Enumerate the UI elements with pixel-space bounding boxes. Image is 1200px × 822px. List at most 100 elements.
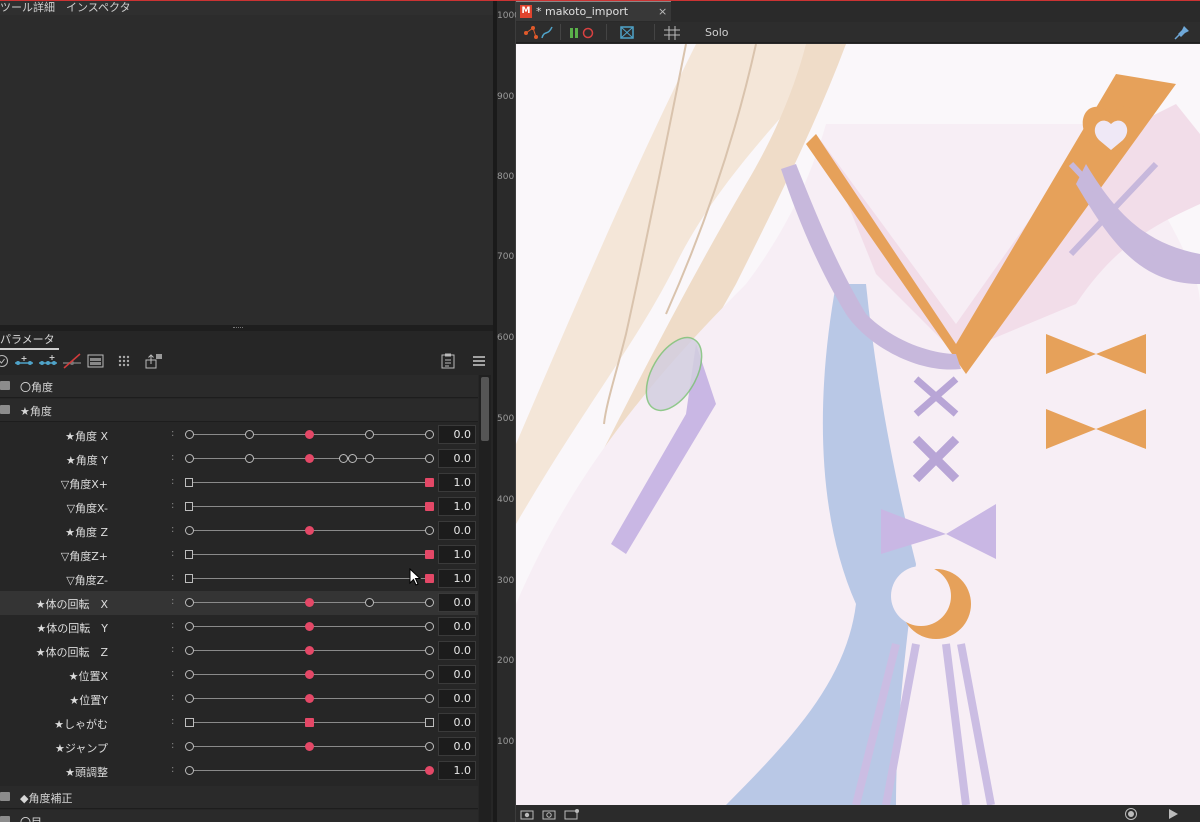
camera-settings-icon[interactable] — [564, 808, 580, 820]
param-row-body-rotation-y[interactable]: ★体の回転 Y : 0.0 — [0, 615, 478, 639]
param-value-field[interactable]: 1.0 — [438, 545, 476, 564]
export-icon[interactable] — [144, 353, 164, 369]
glue-tool-icon[interactable] — [568, 24, 596, 41]
keyform-point[interactable] — [365, 598, 374, 607]
keyform-point[interactable] — [425, 526, 434, 535]
param-slider[interactable] — [185, 646, 434, 655]
keyform-point[interactable] — [185, 646, 194, 655]
param-row-body-rotation-z[interactable]: ★体の回転 Z : 0.0 — [0, 639, 478, 663]
keyform-point[interactable] — [185, 670, 194, 679]
parameter-scrollbar[interactable] — [479, 375, 491, 822]
group-row-angle-star[interactable]: ★角度 — [0, 399, 478, 422]
play-icon[interactable] — [1166, 807, 1180, 821]
param-row-head-adjust[interactable]: ★頭調整 : 1.0 — [0, 759, 478, 783]
current-value-handle[interactable] — [305, 694, 314, 703]
param-value-field[interactable]: 0.0 — [438, 617, 476, 636]
keyform-point[interactable] — [365, 430, 374, 439]
tab-tool-details[interactable]: ツール詳細 — [0, 0, 55, 15]
keyform-point[interactable] — [365, 454, 374, 463]
param-row-body-rotation-x[interactable]: ★体の回転 X : 0.0 — [0, 591, 478, 615]
param-slider[interactable] — [185, 478, 434, 487]
param-slider[interactable] — [185, 598, 434, 607]
tab-parameters[interactable]: パラメータ — [0, 331, 59, 350]
current-value-handle[interactable] — [425, 766, 434, 775]
range-min-marker[interactable] — [185, 550, 193, 559]
param-row-jump[interactable]: ★ジャンプ : 0.0 — [0, 735, 478, 759]
keyform-point[interactable] — [185, 454, 194, 463]
param-slider[interactable] — [185, 502, 434, 511]
param-row-angle-z-minus[interactable]: ▽角度Z- : 1.0 — [0, 567, 478, 591]
param-row-angle-z-plus[interactable]: ▽角度Z+ : 1.0 — [0, 543, 478, 567]
param-row-angle-x-plus[interactable]: ▽角度X+ : 1.0 — [0, 471, 478, 495]
keyform-point[interactable] — [185, 598, 194, 607]
current-value-handle[interactable] — [305, 670, 314, 679]
menu-icon[interactable] — [472, 353, 486, 369]
grid-display-icon[interactable] — [662, 24, 682, 41]
grid-icon[interactable] — [117, 353, 131, 369]
param-value-field[interactable]: 0.0 — [438, 593, 476, 612]
param-slider[interactable] — [185, 670, 434, 679]
current-value-handle[interactable] — [305, 742, 314, 751]
keyform-point[interactable] — [185, 718, 194, 727]
current-value-handle[interactable] — [305, 646, 314, 655]
current-value-handle[interactable] — [305, 598, 314, 607]
keyform-point[interactable] — [185, 742, 194, 751]
param-slider[interactable] — [185, 766, 434, 775]
keyform-point[interactable] — [348, 454, 358, 463]
current-value-handle[interactable] — [425, 478, 434, 487]
document-tab[interactable]: M * makoto_import × — [516, 1, 671, 21]
param-value-field[interactable]: 0.0 — [438, 689, 476, 708]
param-slider[interactable] — [185, 622, 434, 631]
blend-shape-icon[interactable] — [87, 353, 104, 369]
param-slider[interactable] — [185, 718, 434, 727]
keyform-point[interactable] — [425, 694, 434, 703]
model-canvas[interactable] — [516, 44, 1200, 805]
param-slider[interactable] — [185, 454, 434, 463]
param-slider[interactable] — [185, 526, 434, 535]
param-slider[interactable] — [185, 574, 434, 583]
keyform-point[interactable] — [185, 622, 194, 631]
keyform-point[interactable] — [338, 454, 348, 463]
param-slider[interactable] — [185, 694, 434, 703]
current-value-handle[interactable] — [305, 526, 314, 535]
param-row-position-y[interactable]: ★位置Y : 0.0 — [0, 687, 478, 711]
current-value-handle[interactable] — [305, 622, 314, 631]
scrollbar-thumb[interactable] — [481, 377, 489, 441]
keyform-point[interactable] — [185, 766, 194, 775]
solo-toggle[interactable]: Solo — [705, 26, 729, 39]
add-parameter-icon[interactable] — [14, 353, 34, 369]
camera-icon[interactable] — [520, 808, 534, 820]
current-value-handle[interactable] — [305, 454, 314, 463]
deformer-path-icon[interactable] — [522, 24, 554, 41]
keyform-point[interactable] — [425, 430, 434, 439]
keyform-point[interactable] — [185, 430, 194, 439]
camera-reset-icon[interactable] — [542, 808, 556, 820]
keyform-point[interactable] — [245, 454, 254, 463]
delete-key-icon[interactable] — [62, 353, 82, 369]
param-row-angle-z[interactable]: ★角度 Z : 0.0 — [0, 519, 478, 543]
current-value-handle[interactable] — [425, 550, 434, 559]
param-value-field[interactable]: 0.0 — [438, 713, 476, 732]
keyform-point[interactable] — [425, 598, 434, 607]
keyform-point[interactable] — [185, 526, 194, 535]
param-slider[interactable] — [185, 550, 434, 559]
param-value-field[interactable]: 0.0 — [438, 425, 476, 444]
close-tab-icon[interactable]: × — [658, 5, 667, 18]
record-icon[interactable] — [1124, 807, 1138, 821]
current-value-handle[interactable] — [305, 430, 314, 439]
param-value-field[interactable]: 1.0 — [438, 761, 476, 780]
copy-settings-icon[interactable] — [440, 353, 458, 369]
param-row-angle-x-minus[interactable]: ▽角度X- : 1.0 — [0, 495, 478, 519]
param-value-field[interactable]: 0.0 — [438, 665, 476, 684]
group-row-eyes[interactable]: 〇目 — [0, 810, 478, 822]
group-row-angle-correction[interactable]: ◆角度補正 — [0, 786, 478, 809]
param-value-field[interactable]: 1.0 — [438, 497, 476, 516]
keyform-point[interactable] — [425, 454, 434, 463]
keyform-point[interactable] — [425, 718, 434, 727]
param-value-field[interactable]: 0.0 — [438, 641, 476, 660]
range-min-marker[interactable] — [185, 502, 193, 511]
keyform-point[interactable] — [245, 430, 254, 439]
keyform-point[interactable] — [425, 646, 434, 655]
check-icon[interactable] — [0, 353, 10, 369]
param-row-angle-y[interactable]: ★角度 Y : 0.0 — [0, 447, 478, 471]
